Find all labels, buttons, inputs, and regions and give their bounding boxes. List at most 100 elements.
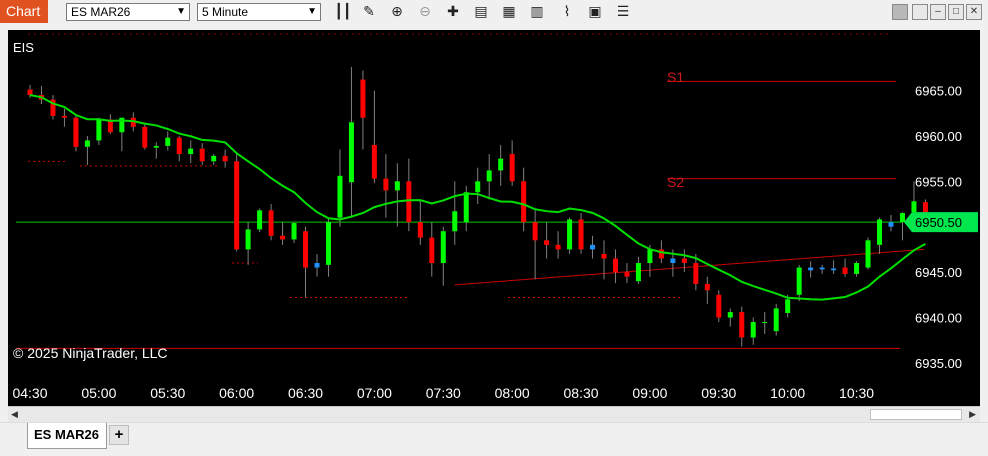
- candle-body: [521, 181, 527, 223]
- x-tick-label: 06:00: [219, 385, 254, 401]
- candle-body: [704, 283, 710, 291]
- add-tab-button[interactable]: +: [109, 425, 129, 445]
- candle-body: [291, 223, 297, 240]
- candle-body: [475, 181, 481, 193]
- copyright-text: © 2025 NinjaTrader, LLC: [13, 345, 168, 361]
- candle-body: [727, 312, 733, 318]
- data-box-icon[interactable]: ▤: [472, 3, 490, 21]
- strategies-icon[interactable]: ▥: [528, 3, 546, 21]
- indicators-icon[interactable]: ▦: [500, 3, 518, 21]
- candle-body: [371, 144, 377, 179]
- pivot-s1-label: S1: [667, 69, 684, 85]
- scroll-left-icon[interactable]: ◀: [11, 407, 18, 422]
- minimize-button[interactable]: [892, 4, 908, 20]
- x-tick-label: 07:00: [357, 385, 392, 401]
- pivot-s2-label: S2: [667, 174, 684, 190]
- tab-es-mar26[interactable]: ES MAR26: [27, 423, 107, 449]
- candle-body: [911, 201, 917, 213]
- scroll-right-icon[interactable]: ▶: [969, 407, 976, 422]
- candle-body: [222, 155, 228, 162]
- candle-body: [750, 322, 756, 338]
- interval-selector[interactable]: 5 Minute ▼: [197, 3, 321, 21]
- candle-body: [739, 312, 745, 338]
- trend-line: [454, 248, 924, 286]
- chevron-down-icon: ▼: [307, 6, 317, 17]
- candle-body: [509, 154, 515, 182]
- candle-body: [612, 258, 618, 273]
- candle-body: [567, 219, 573, 250]
- candle-body: [773, 308, 779, 332]
- candle-body: [199, 148, 205, 162]
- x-tick-label: 06:30: [288, 385, 323, 401]
- candle-body: [785, 299, 791, 313]
- candle-body: [831, 268, 837, 271]
- candle-body: [647, 249, 653, 264]
- candle-body: [532, 222, 538, 241]
- horizontal-scrollbar[interactable]: ◀ ▶: [8, 406, 980, 422]
- candle-body: [796, 267, 802, 295]
- current-price-badge: 6950.50: [904, 212, 978, 233]
- tab-bar: ES MAR26 +: [0, 422, 988, 456]
- candle-body: [498, 158, 504, 171]
- candle-body: [176, 137, 182, 155]
- y-tick-label: 6935.00: [915, 356, 962, 371]
- drawing-tools-icon[interactable]: ⌇: [558, 3, 576, 21]
- candle-body: [544, 240, 550, 245]
- candle-body: [590, 244, 596, 250]
- candle-body: [348, 122, 354, 183]
- candle-body: [325, 222, 331, 265]
- x-tick-label: 04:30: [12, 385, 47, 401]
- candle-body: [303, 231, 309, 268]
- candle-body: [245, 229, 251, 250]
- bar-type-icon[interactable]: ┃┃: [334, 3, 352, 21]
- x-tick-label: 08:00: [495, 385, 530, 401]
- candle-body: [693, 263, 699, 284]
- candle-body: [188, 148, 194, 155]
- candle-body: [394, 181, 400, 191]
- y-tick-label: 6960.00: [915, 129, 962, 144]
- draw-pencil-icon[interactable]: ✎: [360, 3, 378, 21]
- tile-button[interactable]: [912, 4, 928, 20]
- candle-body: [670, 258, 676, 264]
- candle-body: [314, 263, 320, 268]
- candles-layer: [27, 66, 928, 347]
- candle-body: [624, 272, 630, 277]
- x-tick-label: 10:30: [839, 385, 874, 401]
- chart-panel[interactable]: 6965.006960.006955.006950.006945.006940.…: [8, 30, 980, 406]
- x-tick-label: 05:00: [81, 385, 116, 401]
- candle-body: [854, 263, 860, 274]
- app-tag[interactable]: Chart: [0, 0, 48, 23]
- price-chart[interactable]: 6965.006960.006955.006950.006945.006940.…: [8, 30, 980, 406]
- candle-body: [601, 253, 607, 259]
- properties-icon[interactable]: ☰: [614, 3, 632, 21]
- zoom-out-icon[interactable]: ⊖: [416, 3, 434, 21]
- crosshair-icon[interactable]: ✚: [444, 3, 462, 21]
- candle-body: [27, 89, 33, 96]
- candle-body: [383, 178, 389, 191]
- instrument-selector[interactable]: ES MAR26 ▼: [66, 3, 190, 21]
- candle-body: [842, 267, 848, 274]
- close-icon[interactable]: ✕: [966, 4, 982, 20]
- candle-body: [211, 155, 217, 162]
- candle-body: [153, 145, 159, 148]
- candle-body: [716, 294, 722, 318]
- instrument-value: ES MAR26: [71, 5, 131, 19]
- y-tick-label: 6945.00: [915, 265, 962, 280]
- maximize-icon[interactable]: □: [948, 4, 964, 20]
- candle-body: [257, 210, 263, 230]
- candle-body: [84, 140, 90, 147]
- zoom-in-icon[interactable]: ⊕: [388, 3, 406, 21]
- current-price-value: 6950.50: [915, 215, 962, 230]
- candle-body: [819, 267, 825, 270]
- chart-trader-icon[interactable]: ▣: [586, 3, 604, 21]
- candle-body: [280, 235, 286, 240]
- scroll-thumb[interactable]: [870, 409, 962, 420]
- candle-body: [165, 137, 171, 146]
- candle-body: [463, 192, 469, 223]
- candle-body: [762, 322, 768, 324]
- candle-body: [486, 170, 492, 182]
- candle-body: [360, 79, 366, 118]
- x-tick-label: 10:00: [770, 385, 805, 401]
- x-tick-label: 05:30: [150, 385, 185, 401]
- minimize-icon[interactable]: –: [930, 4, 946, 20]
